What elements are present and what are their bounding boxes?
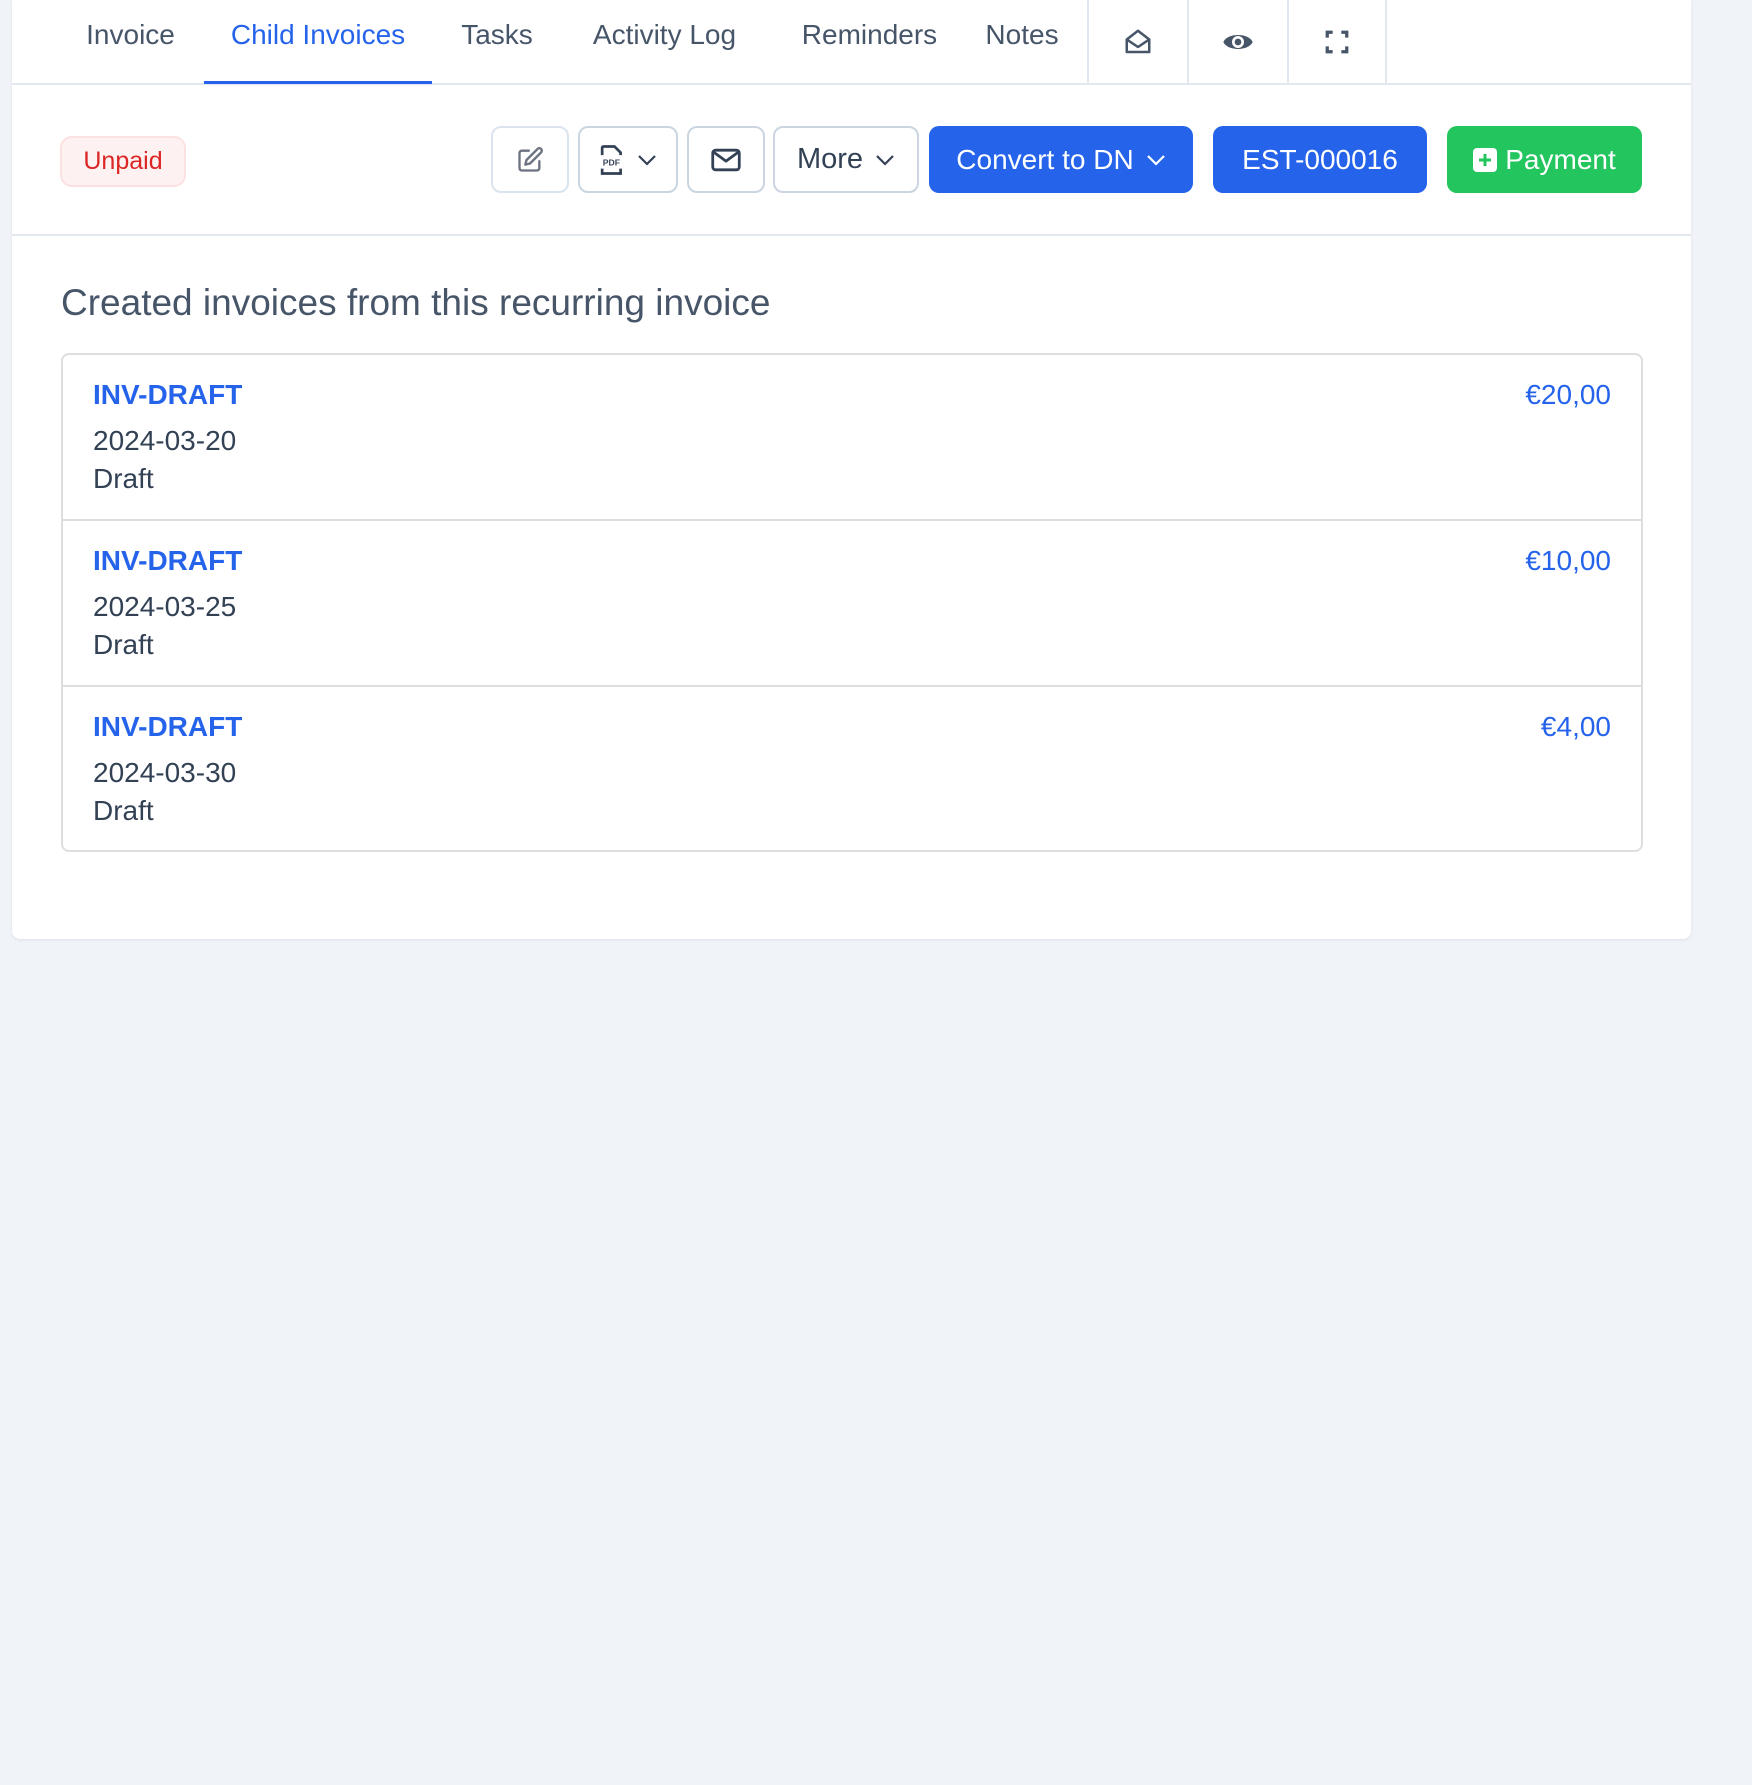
invoice-date: 2024-03-25 (93, 591, 237, 622)
envelope-icon (711, 148, 741, 171)
invoice-status: Draft (93, 795, 154, 826)
invoice-number-link[interactable]: INV-DRAFT (93, 545, 242, 577)
tab-bar: Invoice Child Invoices Tasks Activity Lo… (12, 0, 1691, 85)
edit-icon (518, 146, 543, 172)
tab-activity-log[interactable]: Activity Log (577, 0, 752, 84)
preview-tab-button[interactable] (1187, 0, 1287, 84)
pdf-dropdown-button[interactable]: PDF (578, 126, 678, 193)
more-dropdown-button[interactable]: More (773, 126, 919, 193)
invoice-amount: €10,00 (1525, 545, 1611, 576)
plus-square-icon (1473, 147, 1498, 172)
invoice-toolbar: Unpaid PDF More Convert to DN EST-000016… (12, 85, 1691, 236)
add-payment-button[interactable]: Payment (1447, 126, 1642, 193)
convert-to-dn-button[interactable]: Convert to DN (929, 126, 1193, 193)
payment-label: Payment (1505, 143, 1616, 175)
invoice-status: Draft (93, 629, 154, 660)
fullscreen-icon (1325, 30, 1349, 54)
list-item[interactable]: INV-DRAFT 2024-03-20 Draft €20,00 (63, 355, 1641, 521)
estimate-link-button[interactable]: EST-000016 (1213, 126, 1427, 193)
edit-button[interactable] (491, 126, 569, 193)
send-email-button[interactable] (687, 126, 765, 193)
invoice-status: Draft (93, 463, 154, 494)
section-heading: Created invoices from this recurring inv… (61, 282, 771, 323)
tab-reminders[interactable]: Reminders (787, 0, 952, 84)
invoice-card: Invoice Child Invoices Tasks Activity Lo… (12, 0, 1691, 939)
invoice-number-link[interactable]: INV-DRAFT (93, 711, 242, 743)
status-badge: Unpaid (60, 136, 186, 187)
estimate-label: EST-000016 (1242, 143, 1398, 175)
chevron-down-icon (638, 154, 656, 166)
invoice-date: 2024-03-30 (93, 757, 237, 788)
email-tab-button[interactable] (1087, 0, 1187, 84)
tab-child-invoices[interactable]: Child Invoices (204, 0, 432, 84)
fullscreen-tab-button[interactable] (1287, 0, 1387, 84)
convert-label: Convert to DN (956, 143, 1134, 175)
pdf-file-icon: PDF (600, 144, 622, 175)
chevron-down-icon (1146, 154, 1165, 166)
chevron-down-icon (876, 154, 894, 166)
svg-text:PDF: PDF (603, 157, 620, 167)
child-invoice-list: INV-DRAFT 2024-03-20 Draft €20,00 INV-DR… (61, 353, 1643, 852)
invoice-amount: €4,00 (1540, 711, 1611, 742)
tab-tasks[interactable]: Tasks (450, 0, 544, 84)
invoice-number-link[interactable]: INV-DRAFT (93, 379, 242, 411)
list-item[interactable]: INV-DRAFT 2024-03-25 Draft €10,00 (63, 521, 1641, 687)
tab-notes[interactable]: Notes (977, 0, 1067, 84)
invoice-date: 2024-03-20 (93, 425, 237, 456)
list-item[interactable]: INV-DRAFT 2024-03-30 Draft €4,00 (63, 687, 1641, 850)
envelope-open-icon (1125, 29, 1151, 54)
tab-invoice[interactable]: Invoice (58, 0, 203, 84)
eye-icon (1223, 35, 1253, 49)
invoice-amount: €20,00 (1525, 379, 1611, 410)
more-label: More (796, 143, 864, 175)
